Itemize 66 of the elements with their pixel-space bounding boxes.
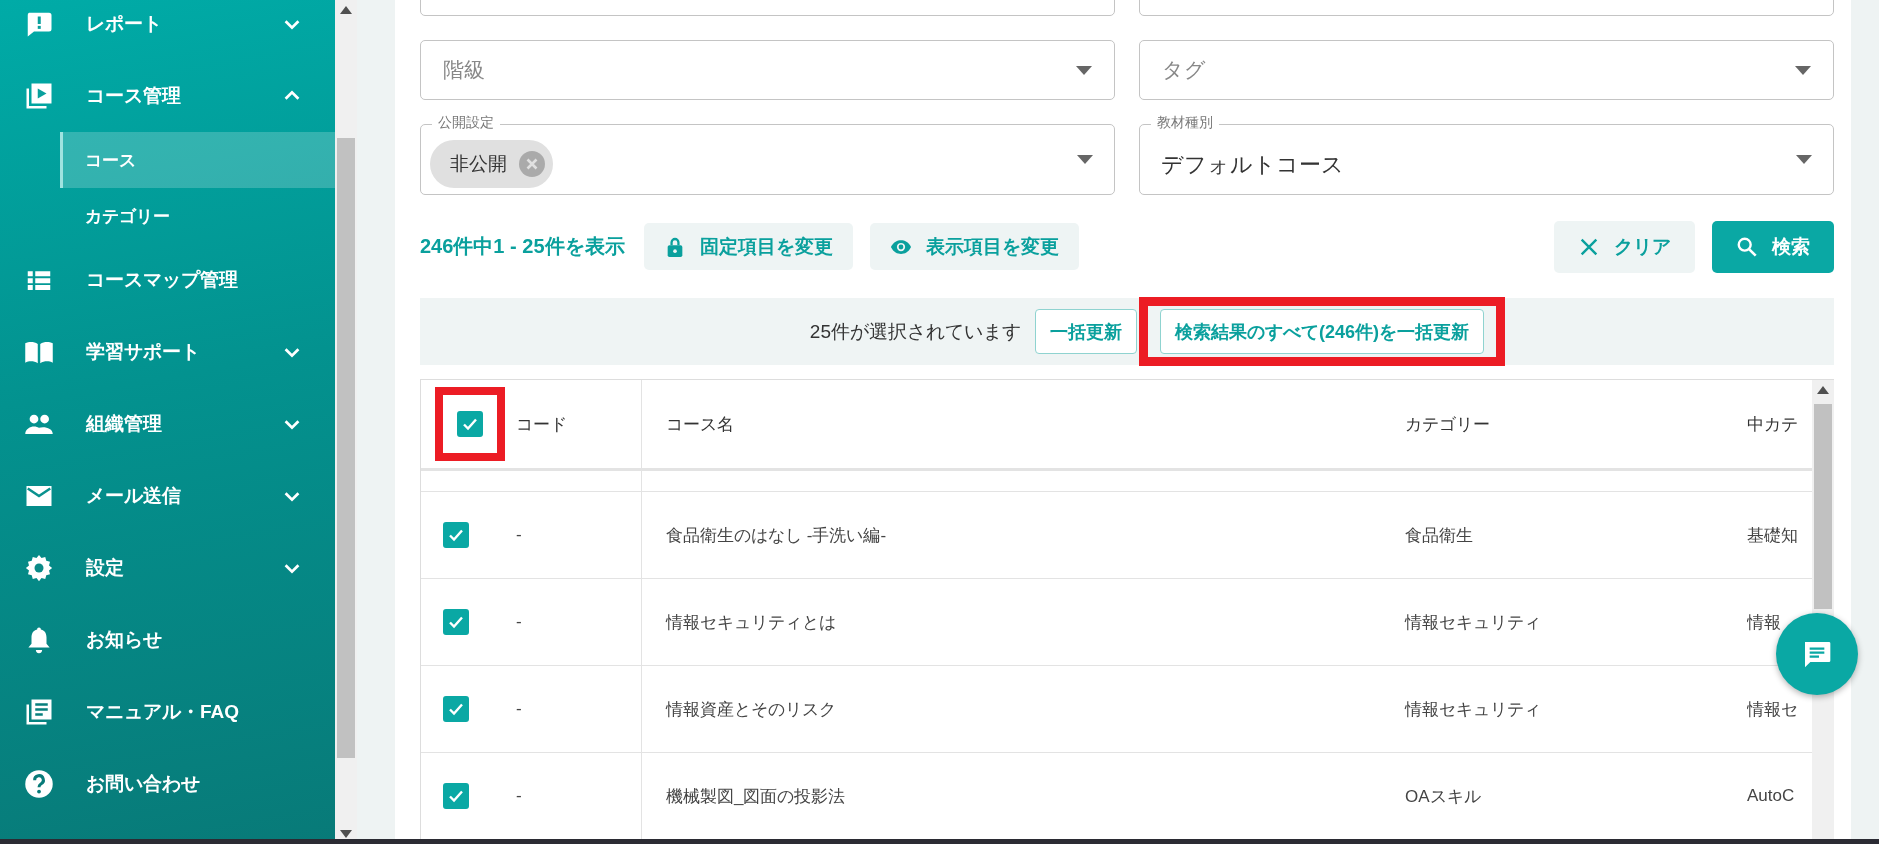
clear-button[interactable]: クリア: [1554, 220, 1695, 273]
table-cell: 基礎知: [1747, 525, 1798, 545]
checkbox[interactable]: [443, 609, 469, 635]
table-cell: -: [516, 699, 522, 718]
scroll-up-icon[interactable]: [340, 6, 352, 14]
sidebar-item[interactable]: コースマップ管理: [0, 244, 335, 316]
column-header[interactable]: 中カテ: [1747, 414, 1798, 434]
scrollbar-thumb[interactable]: [337, 138, 355, 758]
table-cell-text: 情報資産とそのリスク: [666, 698, 836, 721]
sidebar-item[interactable]: 設定: [0, 532, 335, 604]
sidebar-item[interactable]: 学習サポート: [0, 316, 335, 388]
result-count: 246件中1 - 25件を表示: [420, 234, 625, 259]
checkbox[interactable]: [457, 411, 483, 437]
table-cell-text: 食品衛生のはなし -手洗い編-: [666, 524, 887, 547]
table-cell: 情報セキュリティ: [1405, 612, 1541, 632]
bulk-update-button[interactable]: 一括更新: [1034, 309, 1137, 354]
table-cell: -: [516, 525, 522, 544]
table-cell: -: [516, 786, 522, 805]
scrollbar-thumb[interactable]: [1814, 404, 1832, 609]
dropdown-caret-icon: [1076, 65, 1092, 75]
table-cell: 情報セキュリティ: [1405, 699, 1541, 719]
settings-icon: [24, 553, 54, 583]
sidebar-item[interactable]: お問い合わせ: [0, 748, 335, 820]
sidebar-subitem[interactable]: コース: [60, 132, 335, 188]
sidebar-item[interactable]: メール送信: [0, 460, 335, 532]
help-icon: [24, 769, 54, 799]
select-field[interactable]: 階級: [420, 40, 1115, 100]
table-cell: 食品衛生: [1405, 525, 1473, 545]
sidebar-item[interactable]: お知らせ: [0, 604, 335, 676]
table-cell-text: 機械製図_図面の投影法: [666, 785, 846, 808]
sidebar-item[interactable]: 組織管理: [0, 388, 335, 460]
column-header[interactable]: コース名: [666, 412, 734, 436]
scroll-up-icon[interactable]: [1817, 386, 1829, 394]
sidebar-item[interactable]: コース管理: [0, 60, 335, 132]
select-field[interactable]: タグ: [1139, 40, 1834, 100]
search-icon: [1736, 235, 1758, 258]
bulk-update-button[interactable]: 検索結果のすべて(246件)を一括更新: [1159, 309, 1484, 354]
sidebar-item[interactable]: レポート: [0, 0, 335, 60]
remove-icon[interactable]: [519, 150, 545, 177]
field-label: 公開設定: [432, 114, 500, 132]
checkbox[interactable]: [443, 696, 469, 722]
table-cell-text: 情報セキュリティとは: [666, 611, 836, 634]
sidebar-subitem[interactable]: カテゴリー: [60, 188, 335, 244]
field-label: 教材種別: [1151, 114, 1219, 132]
selection-count: 25件が選択されています: [809, 319, 1021, 344]
search-button[interactable]: 検索: [1712, 220, 1834, 273]
sidebar-item[interactable]: マニュアル・FAQ: [0, 676, 335, 748]
toolbar-button[interactable]: 固定項目を変更: [643, 223, 853, 270]
checkbox[interactable]: [443, 522, 469, 548]
video-icon: [24, 81, 54, 111]
filter-chip[interactable]: 非公開: [430, 139, 553, 188]
select-field[interactable]: 公開設定 非公開: [420, 114, 1115, 195]
table-cell: 情報セ: [1747, 699, 1798, 719]
toolbar-button[interactable]: 表示項目を変更: [869, 223, 1079, 270]
dropdown-caret-icon: [1796, 155, 1812, 164]
document-icon: [24, 697, 54, 727]
table-cell: -: [516, 612, 522, 631]
column-header[interactable]: カテゴリー: [1405, 414, 1490, 434]
select-field[interactable]: 教材種別 デフォルトコース: [1139, 114, 1834, 195]
table-cell: OAスキル: [1405, 786, 1481, 806]
checkbox[interactable]: [443, 783, 469, 809]
column-header[interactable]: コード: [516, 414, 567, 434]
table-cell: AutoC: [1747, 786, 1795, 805]
dropdown-caret-icon: [1077, 155, 1093, 164]
dropdown-caret-icon: [1795, 65, 1811, 75]
table-cell: 情報: [1747, 612, 1781, 632]
